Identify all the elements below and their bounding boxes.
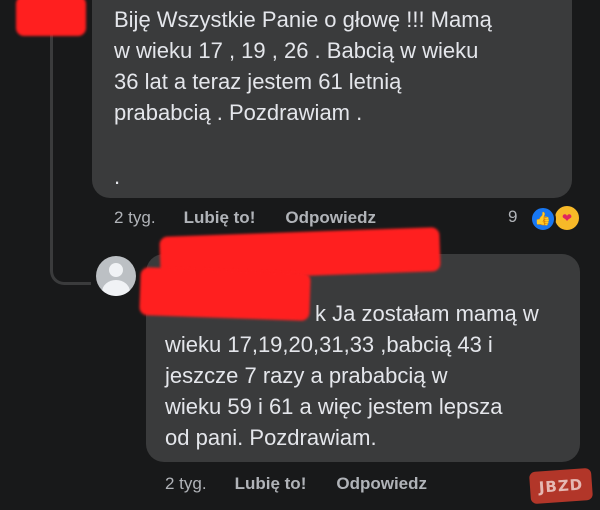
comment-line: wieku 59 i 61 a więc jestem lepsza — [165, 394, 503, 419]
comment-line: 36 lat a teraz jestem 61 letnią — [114, 69, 402, 94]
comment-line: Biję Wszystkie Panie o głowę !!! Mamą — [114, 7, 492, 32]
reply-connector — [50, 248, 91, 285]
comment-line: jeszcze 7 razy a prababcią w — [165, 363, 448, 388]
comment-actions: 2 tyg. Lubię to! Odpowiedz — [114, 208, 376, 228]
care-icon[interactable]: ❤ — [553, 204, 581, 232]
reply-button[interactable]: Odpowiedz — [285, 208, 376, 228]
like-icon[interactable]: 👍 — [530, 206, 556, 232]
like-button[interactable]: Lubię to! — [184, 208, 256, 228]
thread-line — [50, 0, 53, 265]
comment-line: od pani. Pozdrawiam. — [165, 425, 377, 450]
redacted-avatar — [16, 0, 86, 36]
comment-line: w wieku 17 , 19 , 26 . Babcią w wieku — [114, 38, 479, 63]
reply-text: k Ja zostałam mamą w wieku 17,19,20,31,3… — [165, 298, 539, 453]
comment-line: prababcią . Pozdrawiam . — [114, 100, 363, 125]
reply-actions: 2 tyg. Lubię to! Odpowiedz — [165, 474, 427, 494]
like-button[interactable]: Lubię to! — [235, 474, 307, 494]
reaction-count[interactable]: 9 — [508, 207, 517, 227]
comment-trailing-dot: . — [114, 164, 121, 189]
jbzd-watermark-logo: JBZD — [528, 467, 594, 505]
comment-line: k Ja zostałam mamą w — [315, 301, 539, 326]
timestamp[interactable]: 2 tyg. — [165, 474, 207, 494]
comment-line: wieku 17,19,20,31,33 ,babcią 43 i — [165, 332, 493, 357]
avatar[interactable] — [96, 256, 136, 296]
comment-text: Biję Wszystkie Panie o głowę !!! Mamą w … — [114, 4, 492, 128]
reply-button[interactable]: Odpowiedz — [336, 474, 427, 494]
timestamp[interactable]: 2 tyg. — [114, 208, 156, 228]
